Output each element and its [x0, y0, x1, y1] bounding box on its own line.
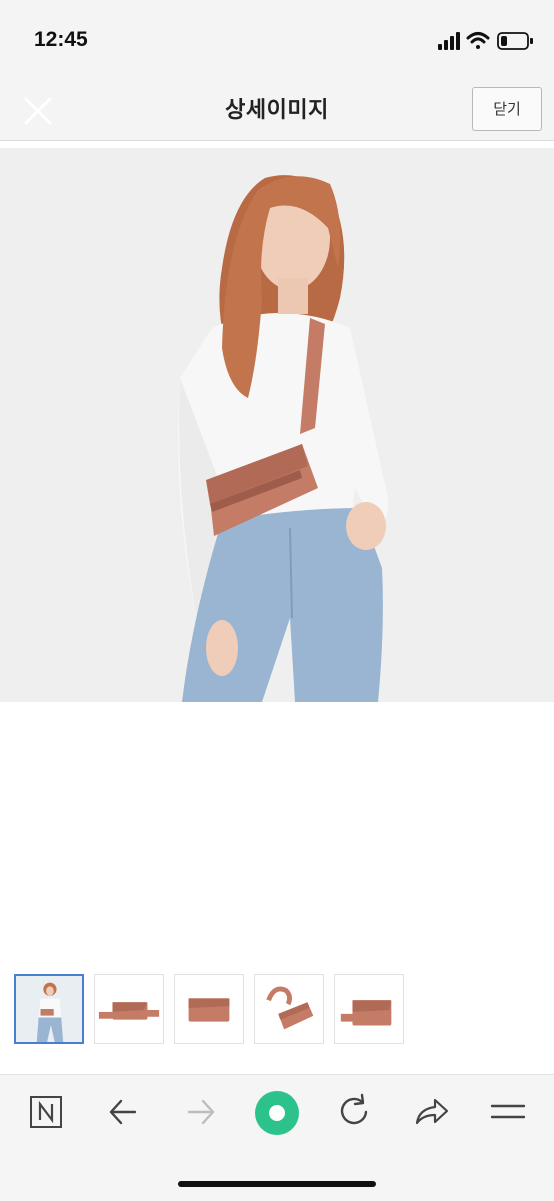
share-icon[interactable] [406, 1091, 456, 1135]
thumbnail-bag-side-angle[interactable] [334, 974, 404, 1044]
menu-icon[interactable] [483, 1091, 533, 1135]
status-time: 12:45 [34, 28, 88, 51]
main-product-image [0, 148, 554, 702]
reload-icon[interactable] [329, 1091, 379, 1135]
green-circle-home-icon[interactable] [252, 1091, 302, 1135]
forward-arrow-icon[interactable] [176, 1091, 226, 1135]
thumbnail-bag-with-strap-coiled[interactable] [254, 974, 324, 1044]
home-indicator [178, 1181, 376, 1187]
back-arrow-icon[interactable] [98, 1091, 148, 1135]
thumbnail-bag-with-strap-flat[interactable] [94, 974, 164, 1044]
status-icons [438, 30, 536, 52]
thumbnail-model-wearing-bag[interactable] [14, 974, 84, 1044]
wifi-icon [466, 32, 490, 49]
status-bar: 12:45 [0, 0, 554, 82]
thumbnail-bag-front[interactable] [174, 974, 244, 1044]
close-button[interactable]: 닫기 [472, 87, 542, 131]
page-title: 상세이미지 [225, 98, 329, 123]
nav-bar: 상세이미지 닫기 [0, 82, 554, 141]
battery-icon [497, 32, 533, 50]
signal-icon [438, 32, 460, 50]
naver-n-icon[interactable] [21, 1091, 71, 1135]
